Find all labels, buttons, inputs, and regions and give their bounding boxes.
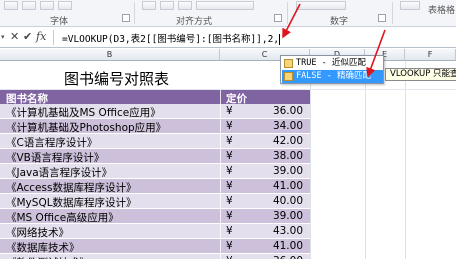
color-button[interactable] [40,1,54,10]
currency-symbol: ¥ [226,180,233,192]
currency-symbol: ¥ [226,120,233,132]
align-center-button[interactable] [160,1,174,10]
align-right-button[interactable] [178,1,192,10]
price-cell[interactable]: 40.00 [273,195,303,207]
formula-bar: ▾ ✕ ✔ fx =VLOOKUP(D3,表2[[图书编号]:[图书名称]],2… [0,27,456,48]
grid-line [310,61,311,259]
price-cell[interactable]: 34.00 [273,120,303,132]
ribbon-label-table-format: 表格格 [428,6,456,16]
currency-symbol: ¥ [226,105,233,117]
ribbon-group-alignment: 对齐方式 [176,17,213,27]
autocomplete-option-true[interactable]: TRUE - 近似匹配 [282,57,383,70]
namebox-dropdown-icon[interactable]: ▾ [1,33,5,41]
table-row[interactable]: 《网络技术》 ¥43.00 [0,224,310,239]
alignment-dialog-launcher-icon[interactable] [274,14,282,22]
table-row[interactable]: 《C语言程序设计》 ¥42.00 [0,134,310,149]
table-header-row: 图书名称 定价 [0,90,310,105]
option-label: FALSE - 精确匹配 [296,71,371,81]
table-row[interactable]: 《VB语言程序设计》 ¥38.00 [0,149,310,164]
book-name-cell[interactable]: 《软件测试技术》 [6,255,90,259]
table-row[interactable]: 《MySQL数据库程序设计》 ¥40.00 [0,194,310,209]
function-tooltip: VLOOKUP 只能查 [385,68,456,81]
number-dialog-launcher-icon[interactable] [378,14,386,22]
column-header-b[interactable]: B [0,49,220,61]
argument-icon [284,59,293,68]
table-row[interactable]: 《Java语言程序设计》 ¥39.00 [0,164,310,179]
currency-symbol: ¥ [226,195,233,207]
currency-symbol: ¥ [226,150,233,162]
formula-input[interactable]: =VLOOKUP(D3,表2[[图书编号]:[图书名称]],2, [62,31,281,45]
option-label: TRUE - 近似匹配 [296,58,366,68]
price-cell[interactable]: 43.00 [273,225,303,237]
price-cell[interactable]: 36.00 [273,105,303,117]
merge-center-button[interactable] [196,1,254,10]
table-row[interactable]: 《计算机基础及MS Office应用》 ¥36.00 [0,104,310,119]
price-cell[interactable]: 39.00 [273,165,303,177]
ribbon-separator [287,2,288,24]
price-cell[interactable]: 38.00 [273,150,303,162]
table-row[interactable]: 《软件测试技术》 ¥36.00 [0,254,310,259]
font-size-button[interactable] [22,1,36,10]
sheet-title[interactable]: 图书编号对照表 [64,68,169,89]
table-row[interactable]: 《Access数据库程序设计》 ¥41.00 [0,179,310,194]
ribbon-separator [134,2,135,24]
ribbon-group-font: 字体 [50,17,69,27]
font-button[interactable] [4,1,18,10]
autocomplete-list: TRUE - 近似匹配 FALSE - 精确匹配 [280,55,384,84]
autocomplete-option-false[interactable]: FALSE - 精确匹配 [282,70,383,83]
column-header-f[interactable]: F [405,49,456,61]
ribbon-group-number: 数字 [330,17,349,27]
formula-text: =VLOOKUP(D3,表2[[图书编号]:[图书名称]],2, [62,34,280,45]
ribbon: 字体 对齐方式 数字 表格格 [0,0,456,27]
argument-icon [284,72,293,81]
fill-button[interactable] [58,1,72,10]
grid-line [405,61,406,259]
price-cell[interactable]: 41.00 [273,180,303,192]
currency-symbol: ¥ [226,240,233,252]
table-row[interactable]: 《MS Office高级应用》 ¥39.00 [0,209,310,224]
number-format-button[interactable] [296,1,346,10]
font-dialog-launcher-icon[interactable] [122,14,130,22]
currency-symbol: ¥ [226,210,233,222]
currency-symbol: ¥ [226,255,233,259]
currency-symbol: ¥ [226,225,233,237]
table-row[interactable]: 《计算机基础及Photoshop应用》 ¥34.00 [0,119,310,134]
align-left-button[interactable] [142,1,156,10]
column-divider [220,90,221,259]
formula-bar-divider [53,30,54,45]
price-cell[interactable]: 41.00 [273,240,303,252]
table-row[interactable]: 《数据库技术》 ¥41.00 [0,239,310,254]
ribbon-separator [392,2,393,24]
price-cell[interactable]: 39.00 [273,210,303,222]
insert-function-icon[interactable]: fx [36,30,46,43]
table-format-button[interactable] [400,1,420,10]
currency-symbol: ¥ [226,135,233,147]
text-cursor [279,34,281,45]
grid-line [365,61,366,259]
cancel-icon[interactable]: ✕ [10,30,19,43]
price-cell[interactable]: 42.00 [273,135,303,147]
price-cell[interactable]: 36.00 [273,255,303,259]
enter-icon[interactable]: ✔ [23,30,32,43]
currency-symbol: ¥ [226,165,233,177]
